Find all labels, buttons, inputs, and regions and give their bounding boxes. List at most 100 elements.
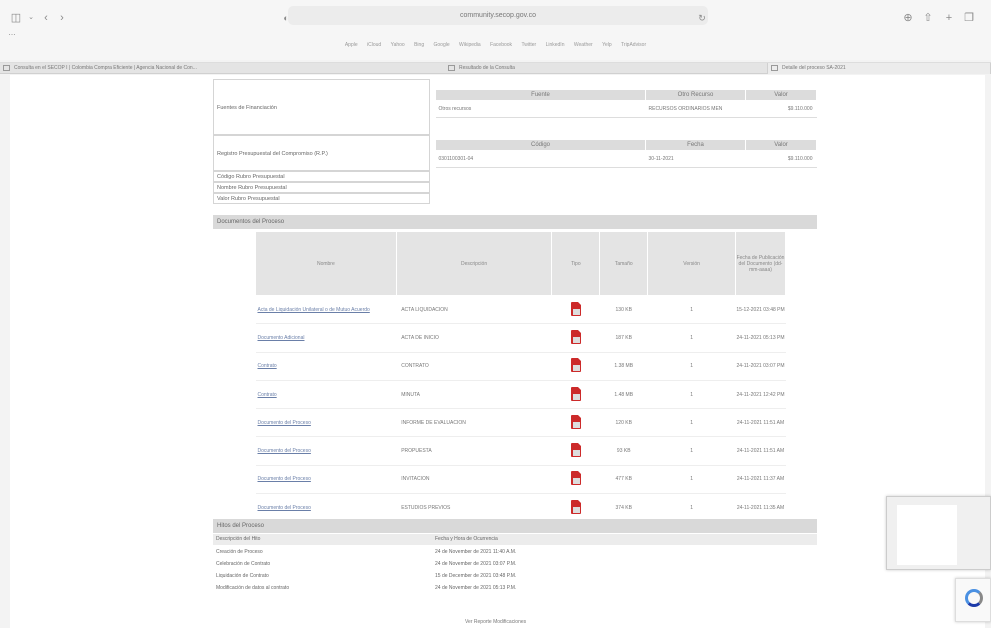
document-link[interactable]: Acta de Liquidación Unilateral o de Mutu… [255,295,397,325]
hitos-header: Descripción del Hito [216,536,261,542]
hito-description: Celebración de Contrato [216,561,271,567]
document-version: 1 [647,493,736,523]
document-link[interactable]: Documento del Proceso [255,465,397,495]
download-icon[interactable]: ⊕ [901,10,915,26]
forward-icon[interactable]: › [56,10,68,26]
tab-resultado[interactable]: Resultado de la Consulta [445,63,767,74]
document-date: 24-11-2021 11:35 AM [735,493,786,523]
document-description: INFORME DE EVALUACION [396,408,552,438]
document-link[interactable]: Documento del Proceso [255,436,397,466]
tab-secop-consulta[interactable]: Consulta en el SECOP I | Colombia Compra… [0,63,445,74]
new-tab-icon[interactable]: + [942,10,956,26]
document-description: PROPUESTA [396,436,552,466]
pdf-icon[interactable] [570,499,581,514]
table-row: Documento del Proceso ESTUDIOS PREVIOS 3… [255,493,786,523]
favorite-link[interactable]: Facebook [490,42,512,48]
tab-favicon-icon [771,65,778,71]
tab-label: Consulta en el SECOP I | Colombia Compra… [14,65,197,71]
pdf-cell [551,295,600,325]
pdf-icon[interactable] [570,443,581,458]
favorite-link[interactable]: Apple [345,42,358,48]
recaptcha-badge[interactable] [955,578,991,622]
table-row: Documento Adicional ACTA DE INICIO 187 K… [255,323,786,353]
rubro-name-row: Nombre Rubro Presupuestal [213,182,430,193]
document-version: 1 [647,323,736,353]
document-size: 374 KB [599,493,648,523]
ver-reporte-link[interactable]: Ver Reporte Modificaciones [465,619,526,625]
table-row: Creación de Proceso 24 de November de 20… [213,547,817,558]
budget-label: Registro Presupuestal del Compromiso (R.… [217,151,328,157]
table-row: Contrato MINUTA 1.48 MB 1 24-11-2021 12:… [255,380,786,410]
funding-cell: RECURSOS ORDINARIOS MEN [645,100,746,118]
hito-date: 15 de December de 2021 03:48 P.M. [435,573,517,579]
url-text[interactable]: community.secop.gov.co [288,6,708,25]
docs-section-title: Documentos del Proceso [213,215,817,229]
pdf-icon[interactable] [570,329,581,344]
budget-header: Fecha [645,139,746,151]
document-size: 93 KB [599,436,648,466]
budget-header: Valor [745,139,817,151]
favorite-link[interactable]: Bing [414,42,424,48]
tab-overview-icon[interactable]: ❐ [962,10,976,26]
chevron-down-icon[interactable]: ⌄ [26,10,36,26]
favorite-link[interactable]: Yelp [602,42,612,48]
document-link[interactable]: Documento del Proceso [255,408,397,438]
document-version: 1 [647,295,736,325]
funding-cell: $9.110.000 [745,100,817,118]
favorite-link[interactable]: Wikipedia [459,42,481,48]
budget-label-cell: Registro Presupuestal del Compromiso (R.… [213,135,430,171]
rubro-code-label: Código Rubro Presupuestal [217,174,285,180]
docs-header-nombre: Nombre [255,231,397,296]
funding-label-cell: Fuentes de Financiación [213,79,430,135]
back-icon[interactable]: ‹ [40,10,52,26]
reload-icon[interactable]: ↻ [696,10,708,26]
document-link[interactable]: Documento Adicional [255,323,397,353]
recaptcha-icon [965,589,983,607]
document-link[interactable]: Documento del Proceso [255,493,397,523]
hito-date: 24 de November de 2021 11:40 A.M. [435,549,517,555]
budget-cell: 0301100301-04 [435,150,646,168]
funding-header: Fuente [435,89,646,101]
budget-cell: 30-11-2021 [645,150,746,168]
pdf-icon[interactable] [570,301,581,316]
page-thumbnail-preview[interactable] [886,496,991,570]
pdf-icon[interactable] [570,471,581,486]
document-version: 1 [647,408,736,438]
pdf-icon[interactable] [570,386,581,401]
favorite-link[interactable]: Yahoo [391,42,405,48]
budget-cell: $9.110.000 [745,150,817,168]
address-bar[interactable]: community.secop.gov.co [288,6,708,25]
favorite-link[interactable]: Twitter [521,42,536,48]
tab-detalle-proceso[interactable]: Detalle del proceso SA-2021 [767,63,991,74]
hito-description: Modificación de datos al contrato [216,585,290,591]
pdf-cell [551,408,600,438]
favorite-link[interactable]: iCloud [367,42,381,48]
document-description: MINUTA [396,380,552,410]
share-icon[interactable]: ⇧ [921,10,935,26]
favorites-bar: Apple iCloud Yahoo Bing Google Wikipedia… [0,42,991,52]
favorite-link[interactable]: Google [434,42,450,48]
favorite-link[interactable]: Weather [574,42,593,48]
budget-header: Código [435,139,646,151]
favorite-link[interactable]: TripAdvisor [621,42,646,48]
document-version: 1 [647,380,736,410]
tab-favicon-icon [448,65,455,71]
document-size: 1.48 MB [599,380,648,410]
pdf-cell [551,436,600,466]
sidebar-icon[interactable]: ◫ [8,10,24,26]
funding-table: Fuente Otro Recurso Valor Otros recursos… [435,89,817,118]
table-row: Modificación de datos al contrato 24 de … [213,583,817,594]
pdf-icon[interactable] [570,358,581,373]
favorite-link[interactable]: LinkedIn [546,42,565,48]
docs-section-title-text: Documentos del Proceso [217,219,285,225]
thumbnail-page [897,505,957,565]
docs-header-tamano: Tamaño [599,231,649,296]
hitos-section-title-text: Hitos del Proceso [217,523,265,529]
document-version: 1 [647,436,736,466]
docs-header-descripcion: Descripción [395,231,553,296]
document-link[interactable]: Contrato [255,380,397,410]
table-row: Documento del Proceso PROPUESTA 93 KB 1 … [255,436,786,466]
document-link[interactable]: Contrato [255,352,397,381]
document-date: 24-11-2021 12:42 PM [735,380,786,410]
pdf-icon[interactable] [570,414,581,429]
